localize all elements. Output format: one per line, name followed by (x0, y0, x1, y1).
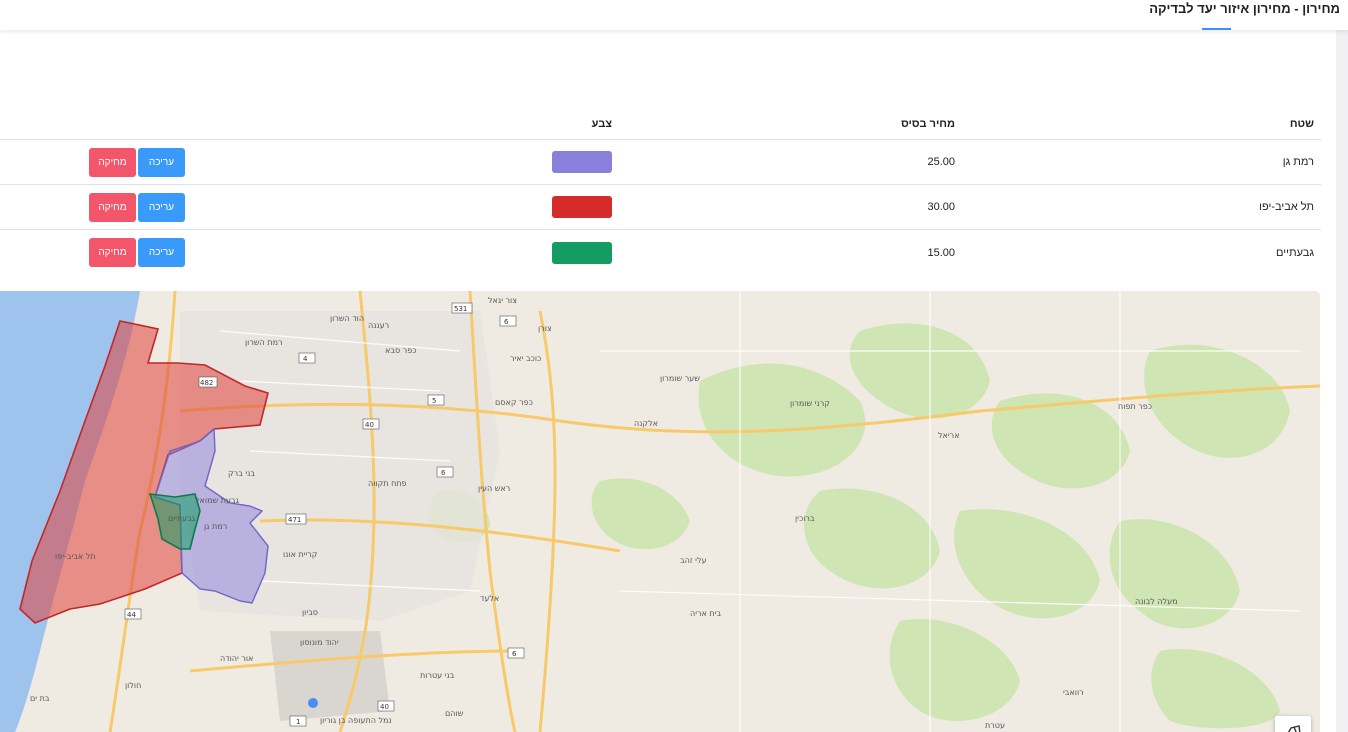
page-scrollbar[interactable] (1336, 30, 1348, 732)
svg-text:40: 40 (365, 421, 374, 429)
delete-button[interactable]: מחיקה (89, 238, 136, 267)
map-label: כוכב יאיר (510, 354, 541, 363)
color-swatch (552, 151, 612, 173)
base-price: 25.00 (927, 156, 955, 168)
map-label: רעננה (368, 321, 389, 330)
map-label: צורן (538, 324, 552, 333)
map-label: פתח תקווה (368, 479, 407, 488)
color-cell (552, 185, 612, 229)
map-label: תל אביב-יפו (55, 552, 96, 561)
edit-button[interactable]: עריכה (138, 192, 185, 222)
map-label: ברוכין (795, 514, 815, 523)
svg-text:6: 6 (441, 469, 446, 477)
map-label: כפר קאסם (495, 398, 533, 407)
map-label: גבעתיים (168, 514, 196, 523)
color-cell (552, 140, 612, 184)
map-label: אלעד (480, 594, 499, 603)
map-label: מעלה לבונה (1135, 597, 1178, 606)
map-label: בני ברק (228, 469, 255, 478)
map-label: חולון (125, 681, 141, 690)
map-label: שוהם (445, 709, 464, 718)
column-header-base-price: מחיר בסיס (901, 117, 955, 130)
map-label: עטרת (985, 721, 1005, 730)
svg-text:40: 40 (380, 703, 389, 711)
map-label: סביון (302, 608, 318, 617)
delete-button[interactable]: מחיקה (89, 147, 136, 177)
column-header-color: צבע (591, 117, 612, 130)
map-label: בת ים (30, 694, 50, 703)
svg-text:4: 4 (303, 355, 308, 363)
column-header-area: שטח (1289, 117, 1314, 130)
page-title: מחירון - מחירון איזור יעד לבדיקה (1149, 1, 1340, 16)
delete-button[interactable]: מחיקה (89, 192, 136, 222)
map-label: צור יגאל (488, 296, 517, 305)
color-swatch (552, 196, 612, 218)
map-label: בית אריה (690, 609, 721, 618)
base-price: 15.00 (927, 246, 955, 259)
map-label: אור יהודה (220, 654, 253, 663)
svg-text:482: 482 (200, 379, 213, 387)
map-label: אלקנה (634, 419, 658, 428)
row-actions: עריכה מחיקה (89, 230, 185, 275)
area-name: גבעתיים (1276, 246, 1314, 259)
map-label: כפר סבא (385, 346, 416, 355)
edit-button[interactable]: עריכה (138, 147, 185, 177)
top-bar: מחירון - מחירון איזור יעד לבדיקה (0, 0, 1348, 30)
svg-text:1: 1 (296, 718, 300, 726)
table-row: רמת גן 25.00 עריכה מחיקה (0, 140, 1321, 185)
map-label: בני עטרות (420, 671, 455, 680)
table-row: גבעתיים 15.00 עריכה מחיקה (0, 230, 1321, 275)
edit-button[interactable]: עריכה (138, 238, 185, 267)
map-draw-tool-button[interactable] (1275, 716, 1311, 732)
base-price: 30.00 (927, 201, 955, 213)
map-label: הוד השרון (330, 314, 364, 323)
svg-text:531: 531 (454, 305, 467, 313)
color-cell (552, 230, 612, 275)
active-tab-indicator (1202, 28, 1231, 30)
map-label: עלי זהב (680, 556, 707, 565)
price-table: שטח מחיר בסיס צבע רמת גן 25.00 עריכה מחי… (0, 108, 1321, 275)
map-label: אריאל (938, 431, 960, 440)
map-label: גבעת שמואל (195, 496, 240, 505)
table-header-row: שטח מחיר בסיס צבע (0, 108, 1321, 140)
map-label: רוואבי (1063, 688, 1084, 697)
map-label: שער שומרון (660, 374, 700, 383)
svg-text:44: 44 (127, 611, 136, 619)
area-name: תל אביב-יפו (1259, 201, 1314, 213)
map-label: ראש העין (478, 484, 510, 493)
map-canvas[interactable]: 4 5 6 6 6 471 531 482 40 44 1 40 רמת השר… (0, 291, 1320, 732)
svg-text:6: 6 (504, 318, 509, 326)
svg-text:471: 471 (288, 516, 301, 524)
map-label: כפר תפוח (1118, 402, 1152, 411)
map-label: קרני שומרון (790, 399, 830, 408)
map-label: קריית אונו (283, 550, 318, 559)
map-label: נמל התעופה בן גוריון (320, 716, 392, 725)
row-actions: עריכה מחיקה (89, 140, 185, 184)
map-label: רמת השרון (245, 338, 283, 347)
map-label: רמת גן (204, 522, 227, 531)
area-name: רמת גן (1282, 156, 1314, 168)
row-actions: עריכה מחיקה (89, 185, 185, 229)
airport-icon (308, 698, 318, 708)
table-row: תל אביב-יפו 30.00 עריכה מחיקה (0, 185, 1321, 230)
content-card: שטח מחיר בסיס צבע רמת גן 25.00 עריכה מחי… (0, 30, 1336, 732)
svg-text:5: 5 (432, 397, 436, 405)
map-view[interactable]: 4 5 6 6 6 471 531 482 40 44 1 40 רמת השר… (0, 291, 1320, 732)
map-label: יהוד מונוסון (300, 638, 339, 647)
color-swatch (552, 241, 612, 264)
polygon-draw-icon (1287, 725, 1301, 732)
svg-text:6: 6 (512, 650, 517, 658)
